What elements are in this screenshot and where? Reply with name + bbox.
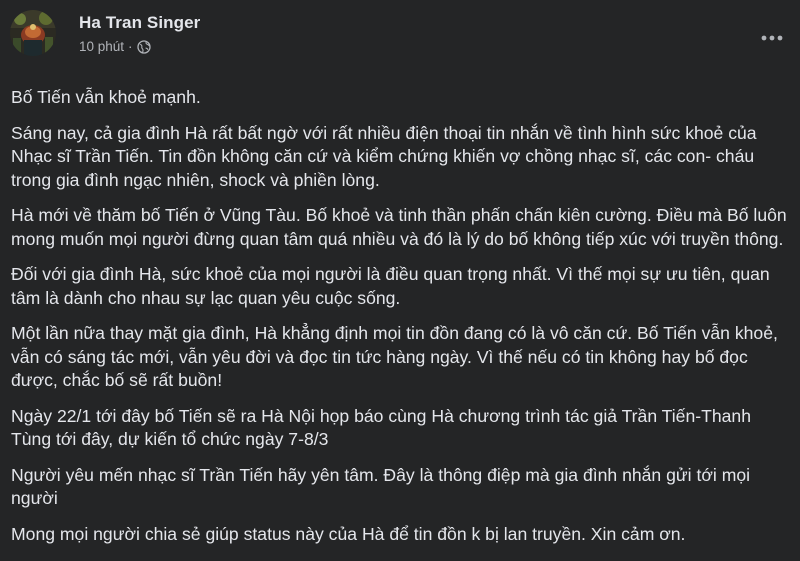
post-paragraph: Một lần nữa thay mặt gia đình, Hà khẳng … xyxy=(11,323,778,390)
separator-dot: · xyxy=(128,39,133,54)
post-paragraph: Bố Tiến vẫn khoẻ mạnh. xyxy=(11,87,201,107)
post-paragraph: Mong mọi người chia sẻ giúp status này c… xyxy=(11,523,686,544)
post-header: Ha Tran Singer 10 phút · xyxy=(10,10,200,56)
post-paragraph: Đối với gia đình Hà, sức khoẻ của mọi ng… xyxy=(11,264,770,308)
avatar-image xyxy=(10,10,56,56)
post-subline: 10 phút · xyxy=(79,39,200,54)
post-paragraph: Sáng nay, cả gia đình Hà rất bất ngờ với… xyxy=(11,122,757,190)
post-paragraph: Hà mới về thăm bố Tiến ở Vũng Tàu. Bố kh… xyxy=(11,205,787,249)
post-paragraph: Ngày 22/1 tới đây bố Tiến sẽ ra Hà Nội h… xyxy=(11,405,752,450)
author-name[interactable]: Ha Tran Singer xyxy=(79,13,200,33)
post-meta: Ha Tran Singer 10 phút · xyxy=(79,13,200,54)
post-paragraph: Người yêu mến nhạc sĩ Trần Tiến hãy yên … xyxy=(11,464,751,509)
more-options-icon[interactable] xyxy=(758,30,786,46)
post-card: Ha Tran Singer 10 phút · Bố Tiến vẫn kho… xyxy=(0,0,800,561)
post-timestamp[interactable]: 10 phút xyxy=(79,39,124,54)
avatar[interactable] xyxy=(10,10,56,56)
globe-icon[interactable] xyxy=(136,39,151,54)
post-body: Bố Tiến vẫn khoẻ mạnh. Sáng nay, cả gia … xyxy=(11,86,791,558)
